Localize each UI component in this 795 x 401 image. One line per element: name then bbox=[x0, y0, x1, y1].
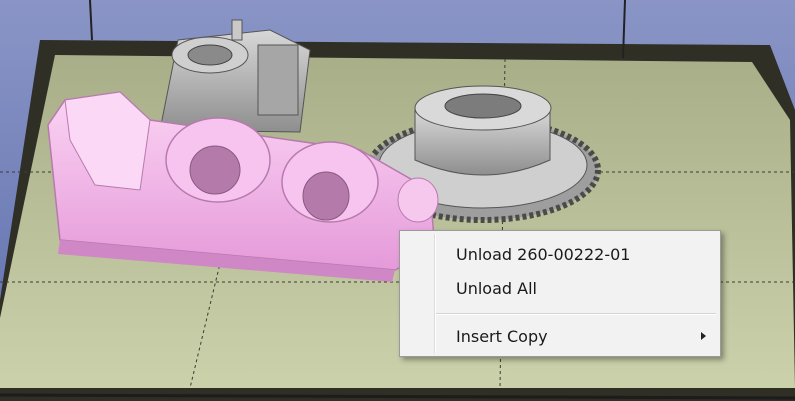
menu-separator bbox=[436, 313, 716, 315]
menu-item-label: Insert Copy bbox=[456, 327, 548, 346]
menu-item-label: Unload 260-00222-01 bbox=[456, 245, 631, 264]
submenu-arrow-icon bbox=[701, 332, 706, 340]
context-menu: Unload 260-00222-01 Unload All Insert Co… bbox=[399, 230, 721, 357]
menu-item-insert-copy[interactable]: Insert Copy bbox=[402, 322, 718, 350]
menu-item-label: Unload All bbox=[456, 279, 537, 298]
menu-item-unload-part[interactable]: Unload 260-00222-01 bbox=[402, 240, 718, 268]
menu-item-unload-all[interactable]: Unload All bbox=[402, 274, 718, 302]
